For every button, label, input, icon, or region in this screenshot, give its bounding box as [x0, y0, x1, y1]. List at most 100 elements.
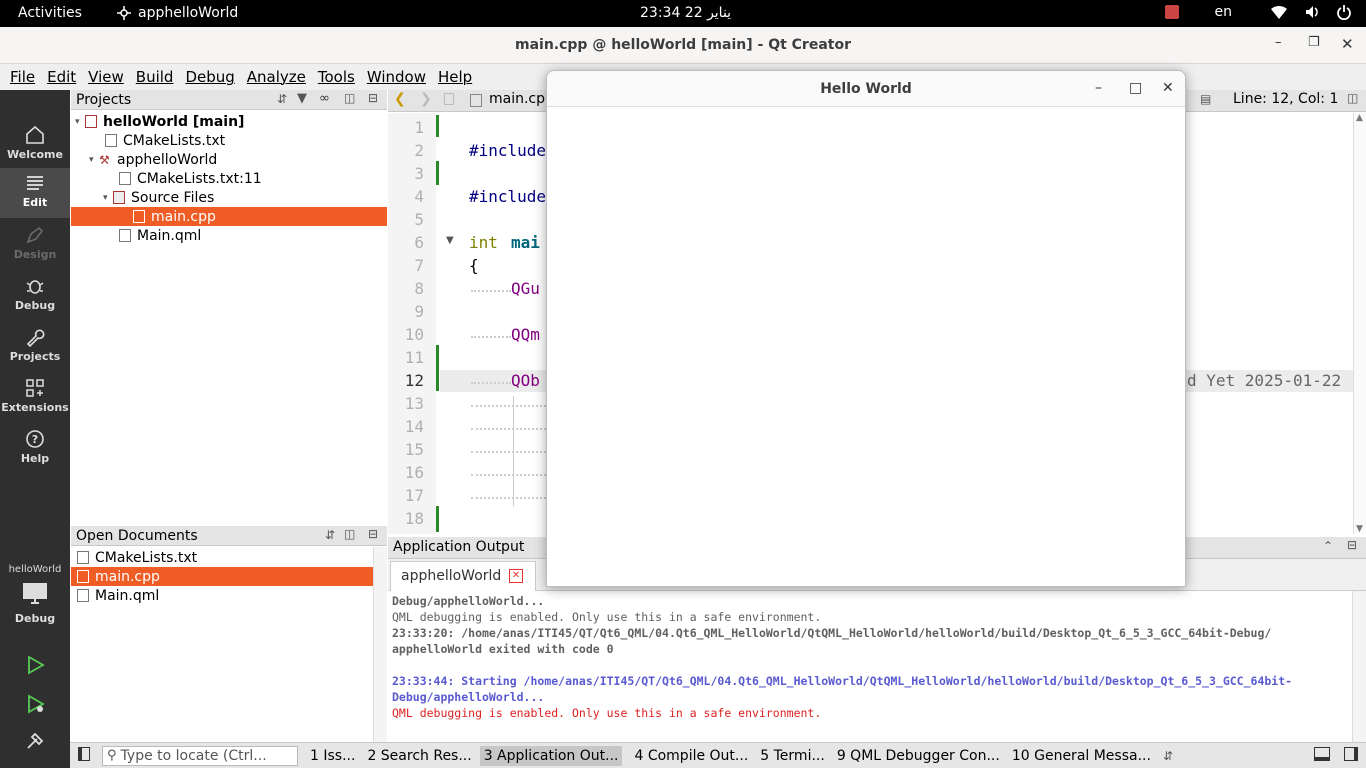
scroll-up-icon[interactable]: ▲	[1356, 113, 1363, 123]
filter-icon[interactable]: ▼	[297, 91, 307, 106]
run-icon[interactable]	[24, 654, 46, 676]
debug-run-icon[interactable]	[24, 693, 46, 715]
menu-analyze[interactable]: Analyze	[247, 68, 306, 86]
tree-item-main-cpp[interactable]: main.cpp	[71, 207, 387, 226]
mode-edit[interactable]: Edit	[0, 168, 70, 218]
tree-item-project[interactable]: ▾ helloWorld [main]	[71, 112, 387, 131]
tree-item-cmakelists[interactable]: CMakeLists.txt	[71, 131, 387, 150]
menu-help[interactable]: Help	[438, 68, 472, 86]
split-icon[interactable]: ◫	[344, 527, 355, 541]
restore-button[interactable]: ❐	[1308, 35, 1320, 50]
whitespace-marker	[471, 428, 546, 430]
output-tab[interactable]: apphelloWorld ✕	[390, 561, 536, 591]
menu-edit[interactable]: Edit	[47, 68, 76, 86]
open-documents-scrollbar[interactable]	[373, 547, 387, 742]
wifi-icon[interactable]	[1270, 4, 1288, 20]
maximize-pane-icon[interactable]: ⌃	[1323, 539, 1333, 553]
split-icon[interactable]: ◫	[344, 91, 355, 105]
screen-record-icon[interactable]	[1164, 5, 1179, 19]
tab-issues[interactable]: 1 Iss...	[310, 748, 355, 764]
cursor-position[interactable]: Line: 12, Col: 1	[1233, 91, 1338, 107]
qml-file-icon	[77, 589, 89, 602]
minimize-button[interactable]: –	[1095, 80, 1102, 96]
collapse-arrow-icon[interactable]: ▾	[75, 117, 85, 127]
sort-icon[interactable]: ⇵	[277, 92, 287, 106]
outline-icon[interactable]: ▤	[1200, 92, 1211, 106]
open-doc-item[interactable]: Main.qml	[71, 586, 373, 605]
tab-application-output[interactable]: 3 Application Out...	[479, 745, 623, 766]
line-number: 3	[414, 164, 424, 183]
more-tabs-icon[interactable]: ⇵	[1163, 749, 1173, 763]
sidebar-toggle-icon[interactable]	[78, 747, 90, 761]
volume-icon[interactable]	[1304, 4, 1320, 20]
window-titlebar[interactable]: main.cpp @ helloWorld [main] - Qt Creato…	[0, 27, 1366, 64]
menu-tools[interactable]: Tools	[318, 68, 355, 86]
tree-item-source-files[interactable]: ▾ Source Files	[71, 188, 387, 207]
collapse-arrow-icon[interactable]: ▾	[103, 193, 113, 203]
code-line-12: QOb	[511, 371, 540, 390]
right-sidebar-toggle-icon[interactable]	[1344, 747, 1358, 761]
output-tab-label: apphelloWorld	[401, 568, 502, 584]
editor-file-tab[interactable]: main.cpp	[489, 91, 554, 107]
hello-world-window[interactable]: Hello World – □ ✕	[546, 70, 1186, 587]
mode-debug[interactable]: Debug	[0, 271, 70, 321]
mode-welcome[interactable]: Welcome	[0, 120, 70, 170]
split-icon[interactable]: ◫	[1347, 91, 1358, 105]
line-number: 1	[414, 118, 424, 137]
menu-window[interactable]: Window	[367, 68, 426, 86]
back-arrow-icon[interactable]: ❮	[394, 91, 406, 107]
clock[interactable]: 23:34 22 يناير	[640, 5, 731, 21]
close-tab-icon[interactable]: ✕	[509, 569, 523, 583]
activities-button[interactable]: Activities	[18, 5, 82, 21]
output-console[interactable]: Debug/apphelloWorld... QML debugging is …	[388, 591, 1352, 742]
editor-scrollbar[interactable]: ▲ ▼	[1353, 113, 1366, 534]
open-doc-item[interactable]: main.cpp	[71, 567, 373, 586]
close-button[interactable]: ✕	[1341, 35, 1354, 53]
tab-compile-output[interactable]: 4 Compile Out...	[634, 748, 748, 764]
mode-help[interactable]: ? Help	[0, 424, 70, 474]
tree-item-label: CMakeLists.txt:11	[137, 170, 262, 187]
close-pane-icon[interactable]: ⊟	[368, 91, 378, 105]
output-toggle-icon[interactable]	[1314, 747, 1330, 761]
menu-file[interactable]: File	[10, 68, 35, 86]
open-doc-item[interactable]: CMakeLists.txt	[71, 548, 373, 567]
line-number: 4	[414, 187, 424, 206]
mode-design[interactable]: Design	[0, 220, 70, 270]
menu-view[interactable]: View	[88, 68, 124, 86]
kit-selector[interactable]: helloWorld Debug	[0, 564, 70, 625]
tree-item-main-qml[interactable]: Main.qml	[71, 226, 387, 245]
tab-general-messages[interactable]: 10 General Messa...	[1012, 748, 1151, 764]
minimize-button[interactable]: –	[1275, 35, 1282, 50]
mode-extensions[interactable]: Extensions	[0, 373, 70, 423]
fold-arrow-icon[interactable]: ▼	[446, 235, 454, 246]
tab-search-results[interactable]: 2 Search Res...	[367, 748, 471, 764]
tree-item-cmakelists-ref[interactable]: CMakeLists.txt:11	[71, 169, 387, 188]
link-icon[interactable]: ∞	[319, 91, 330, 106]
close-button[interactable]: ✕	[1162, 80, 1174, 96]
output-scrollbar[interactable]	[1352, 591, 1366, 742]
forward-arrow-icon[interactable]: ❯	[420, 91, 432, 107]
menu-debug[interactable]: Debug	[185, 68, 234, 86]
locator-input[interactable]: ⚲ Type to locate (Ctrl...	[102, 745, 298, 766]
folder-icon	[113, 191, 125, 204]
language-indicator[interactable]: en	[1215, 4, 1233, 20]
power-icon[interactable]	[1336, 4, 1352, 20]
cmake-file-icon	[119, 172, 131, 185]
tree-item-target[interactable]: ▾ ⚒ apphelloWorld	[71, 150, 387, 169]
maximize-button[interactable]: □	[1129, 80, 1142, 96]
close-pane-icon[interactable]: ⊟	[1347, 538, 1357, 552]
sort-icon[interactable]: ⇵	[325, 528, 335, 542]
close-pane-icon[interactable]: ⊟	[368, 527, 378, 541]
scroll-down-icon[interactable]: ▼	[1356, 524, 1363, 534]
collapse-arrow-icon[interactable]: ▾	[89, 155, 99, 165]
hello-world-titlebar[interactable]: Hello World – □ ✕	[547, 71, 1185, 107]
system-tray[interactable]: en	[1164, 4, 1353, 20]
menu-build[interactable]: Build	[136, 68, 174, 86]
mode-projects[interactable]: Projects	[0, 322, 70, 372]
tab-terminal[interactable]: 5 Termi...	[760, 748, 825, 764]
build-hammer-icon[interactable]	[24, 730, 46, 752]
app-menu[interactable]: apphelloWorld	[116, 5, 238, 21]
tab-qml-debugger[interactable]: 9 QML Debugger Con...	[837, 748, 1000, 764]
output-title: Application Output	[393, 539, 525, 555]
cpp-file-icon	[470, 94, 482, 107]
